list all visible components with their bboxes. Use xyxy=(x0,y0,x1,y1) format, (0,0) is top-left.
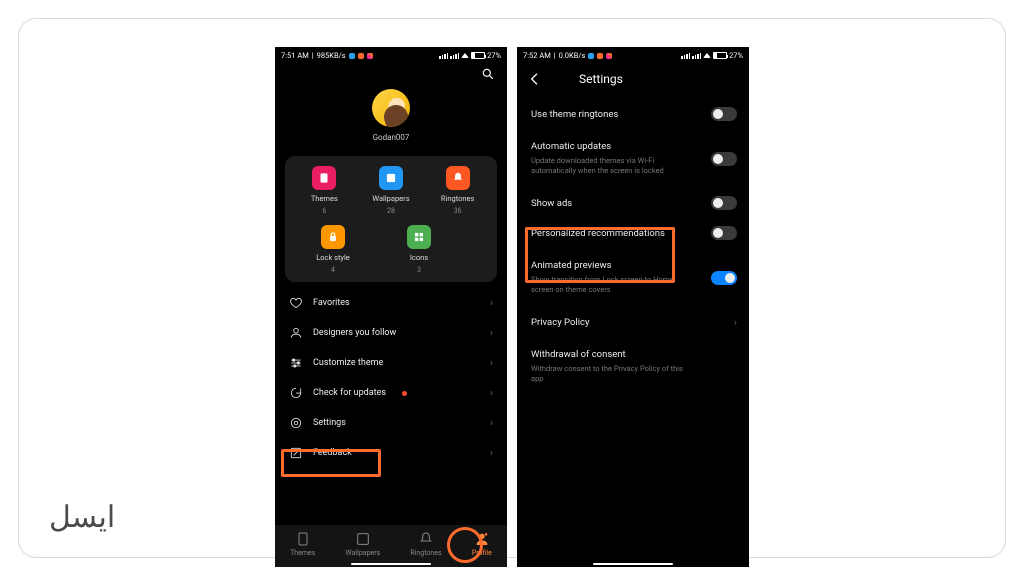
nav-profile[interactable]: Profile xyxy=(472,531,492,557)
status-icon-b xyxy=(597,53,603,59)
toggle-show-ads[interactable] xyxy=(711,196,737,210)
signal-icon-2 xyxy=(450,53,459,59)
signal-icon-2 xyxy=(692,53,701,59)
chevron-right-icon: › xyxy=(490,358,493,369)
settings-header: Settings xyxy=(517,63,749,97)
status-icon-c xyxy=(367,53,373,59)
phone-left: 7:51 AM | 985KB/s 27% xyxy=(275,47,507,567)
nav-wallpapers[interactable]: Wallpapers xyxy=(346,531,381,557)
themes-nav-icon xyxy=(295,531,311,547)
chevron-right-icon: › xyxy=(734,316,737,329)
ringtones-nav-icon xyxy=(418,531,434,547)
row-automatic-updates[interactable]: Automatic updatesUpdate downloaded theme… xyxy=(517,131,749,186)
chevron-right-icon: › xyxy=(490,418,493,429)
nav-ringtones[interactable]: Ringtones xyxy=(410,531,441,557)
status-time: 7:52 AM xyxy=(523,51,551,60)
toggle-personalized-recommendations[interactable] xyxy=(711,226,737,240)
wifi-icon xyxy=(703,53,711,58)
row-theme-ringtones[interactable]: Use theme ringtones xyxy=(517,97,749,131)
profile-section: Godan007 xyxy=(275,83,507,150)
nav-themes[interactable]: Themes xyxy=(290,531,315,557)
wallpapers-nav-icon xyxy=(355,531,371,547)
heart-icon xyxy=(289,296,303,310)
tile-wallpapers[interactable]: Wallpapers 28 xyxy=(363,166,419,215)
status-icon-b xyxy=(358,53,364,59)
chevron-right-icon: › xyxy=(490,298,493,309)
profile-nav-icon xyxy=(474,531,490,547)
row-withdrawal-consent[interactable]: Withdrawal of consentWithdraw consent to… xyxy=(517,339,749,394)
sliders-icon xyxy=(289,356,303,370)
phone-right: 7:52 AM | 0.0KB/s 27% Settings xyxy=(517,47,749,567)
search-icon[interactable] xyxy=(481,67,495,81)
avatar[interactable] xyxy=(372,89,410,127)
edit-icon xyxy=(289,446,303,460)
chevron-right-icon: › xyxy=(490,328,493,339)
menu-designers[interactable]: Designers you follow › xyxy=(275,318,507,348)
person-icon xyxy=(289,326,303,340)
toggle-animated-previews[interactable] xyxy=(711,271,737,285)
status-batt: 27% xyxy=(729,51,743,60)
battery-icon xyxy=(713,52,727,59)
status-net: 985KB/s xyxy=(317,51,346,60)
menu-feedback[interactable]: Feedback › xyxy=(275,438,507,468)
update-badge xyxy=(402,391,407,396)
status-icon-c xyxy=(606,53,612,59)
status-net: 0.0KB/s xyxy=(559,51,586,60)
status-time: 7:51 AM xyxy=(281,51,309,60)
back-icon[interactable] xyxy=(527,71,543,87)
gesture-bar xyxy=(593,563,673,566)
chevron-right-icon: › xyxy=(490,448,493,459)
bottom-nav: Themes Wallpapers Ringtones Profile xyxy=(275,525,507,567)
chevron-right-icon: › xyxy=(490,388,493,399)
signal-icon xyxy=(681,53,690,59)
row-privacy-policy[interactable]: Privacy Policy › xyxy=(517,306,749,339)
battery-icon xyxy=(471,52,485,59)
tile-ringtones[interactable]: Ringtones 36 xyxy=(430,166,486,215)
gesture-bar xyxy=(351,563,431,566)
row-show-ads[interactable]: Show ads xyxy=(517,186,749,220)
phone-pair: 7:51 AM | 985KB/s 27% xyxy=(275,47,749,567)
tiles-card: Themes 6 Wallpapers 28 Ringtones 36 xyxy=(285,156,497,282)
toggle-automatic-updates[interactable] xyxy=(711,152,737,166)
tile-themes[interactable]: Themes 6 xyxy=(296,166,352,215)
gear-icon xyxy=(289,416,303,430)
status-bar: 7:52 AM | 0.0KB/s 27% xyxy=(517,47,749,63)
menu-favorites[interactable]: Favorites › xyxy=(275,288,507,318)
menu-customize[interactable]: Customize theme › xyxy=(275,348,507,378)
menu-updates[interactable]: Check for updates › xyxy=(275,378,507,408)
toggle-theme-ringtones[interactable] xyxy=(711,107,737,121)
row-personalized-recommendations[interactable]: Personalized recommendations xyxy=(517,220,749,250)
status-bar: 7:51 AM | 985KB/s 27% xyxy=(275,47,507,63)
brand-logo: ایسل xyxy=(49,500,115,535)
status-icon-a xyxy=(349,53,355,59)
refresh-icon xyxy=(289,386,303,400)
username: Godan007 xyxy=(373,133,410,142)
status-batt: 27% xyxy=(487,51,501,60)
wifi-icon xyxy=(461,53,469,58)
menu-list: Favorites › Designers you follow › Custo… xyxy=(275,288,507,468)
signal-icon xyxy=(439,53,448,59)
page-title: Settings xyxy=(579,72,623,86)
tile-lock-style[interactable]: Lock style 4 xyxy=(305,225,361,274)
row-animated-previews[interactable]: Animated previewsShow transition from Lo… xyxy=(517,250,749,305)
outer-frame: 7:51 AM | 985KB/s 27% xyxy=(18,18,1006,558)
status-icon-a xyxy=(588,53,594,59)
menu-settings[interactable]: Settings › xyxy=(275,408,507,438)
tile-icons[interactable]: Icons 3 xyxy=(391,225,447,274)
